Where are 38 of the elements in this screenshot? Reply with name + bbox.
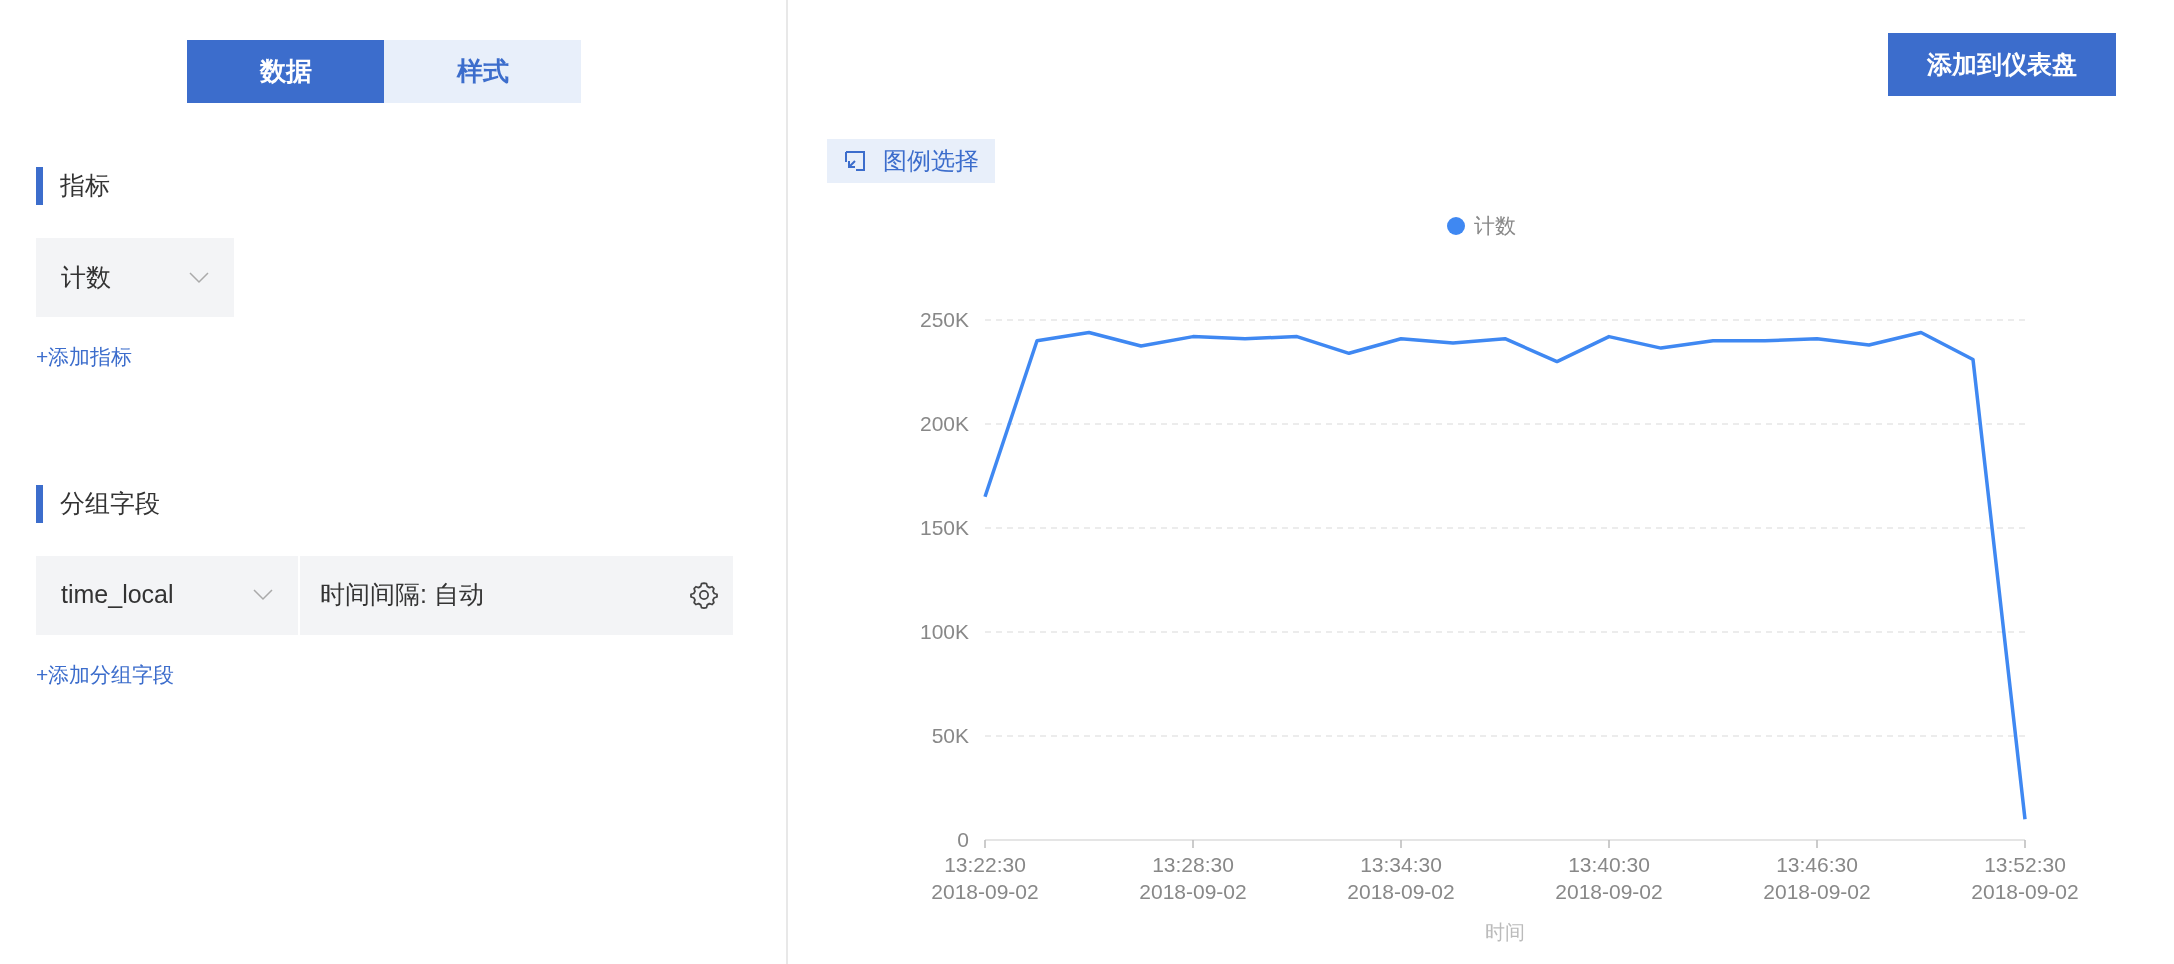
x-tick-label: 13:46:30 2018-09-02 <box>1763 853 1871 903</box>
x-tick-label: 13:22:30 2018-09-02 <box>931 853 1039 903</box>
x-axis-title: 时间 <box>1485 921 1525 943</box>
y-tick-label: 100K <box>919 620 969 643</box>
x-tick-label: 13:34:30 2018-09-02 <box>1347 853 1455 903</box>
tick-mark <box>1608 839 1610 849</box>
y-tick-label: 50K <box>931 724 969 747</box>
y-tick-label: 150K <box>919 516 969 539</box>
settings-icon <box>689 580 719 610</box>
x-tick-label: 13:40:30 2018-09-02 <box>1555 853 1663 903</box>
tick-mark <box>984 839 986 849</box>
tick-mark <box>1816 839 1818 849</box>
x-tick-label: 13:52:30 2018-09-02 <box>1971 853 2079 903</box>
section-title: 分组字段 <box>60 487 160 519</box>
tick-mark <box>1192 839 1194 849</box>
y-tick-label: 200K <box>919 412 969 435</box>
chevron-down-icon <box>189 271 209 284</box>
tab[interactable]: 数据 <box>187 40 384 103</box>
add-group-field-link[interactable]: +添加分组字段 <box>36 658 175 690</box>
section-title: 指标 <box>60 170 110 202</box>
tick-mark <box>1400 839 1402 849</box>
cursor-box-icon <box>843 149 867 173</box>
x-tick-label: 13:28:30 2018-09-02 <box>1139 853 1247 903</box>
legend-item[interactable]: 计数 <box>1447 214 1516 237</box>
chevron-down-icon <box>253 589 273 601</box>
interval-setting[interactable]: 时间间隔: 自动 <box>300 555 733 635</box>
legend-label: 计数 <box>1474 214 1516 237</box>
section-marker <box>36 167 43 205</box>
section-marker <box>36 484 43 523</box>
tick-mark <box>2024 839 2026 849</box>
add-to-dashboard-button[interactable]: 添加到仪表盘 <box>1888 33 2116 96</box>
field-dropdown[interactable]: time_local <box>36 555 298 635</box>
tab[interactable]: 样式 <box>384 40 581 103</box>
legend-select-button[interactable]: 图例选择 <box>827 139 995 183</box>
metric-dropdown[interactable]: 计数 <box>36 238 234 317</box>
y-tick-label: 250K <box>919 308 969 331</box>
add-metric-link[interactable]: +添加指标 <box>36 341 133 373</box>
y-tick-label: 0 <box>957 828 969 851</box>
